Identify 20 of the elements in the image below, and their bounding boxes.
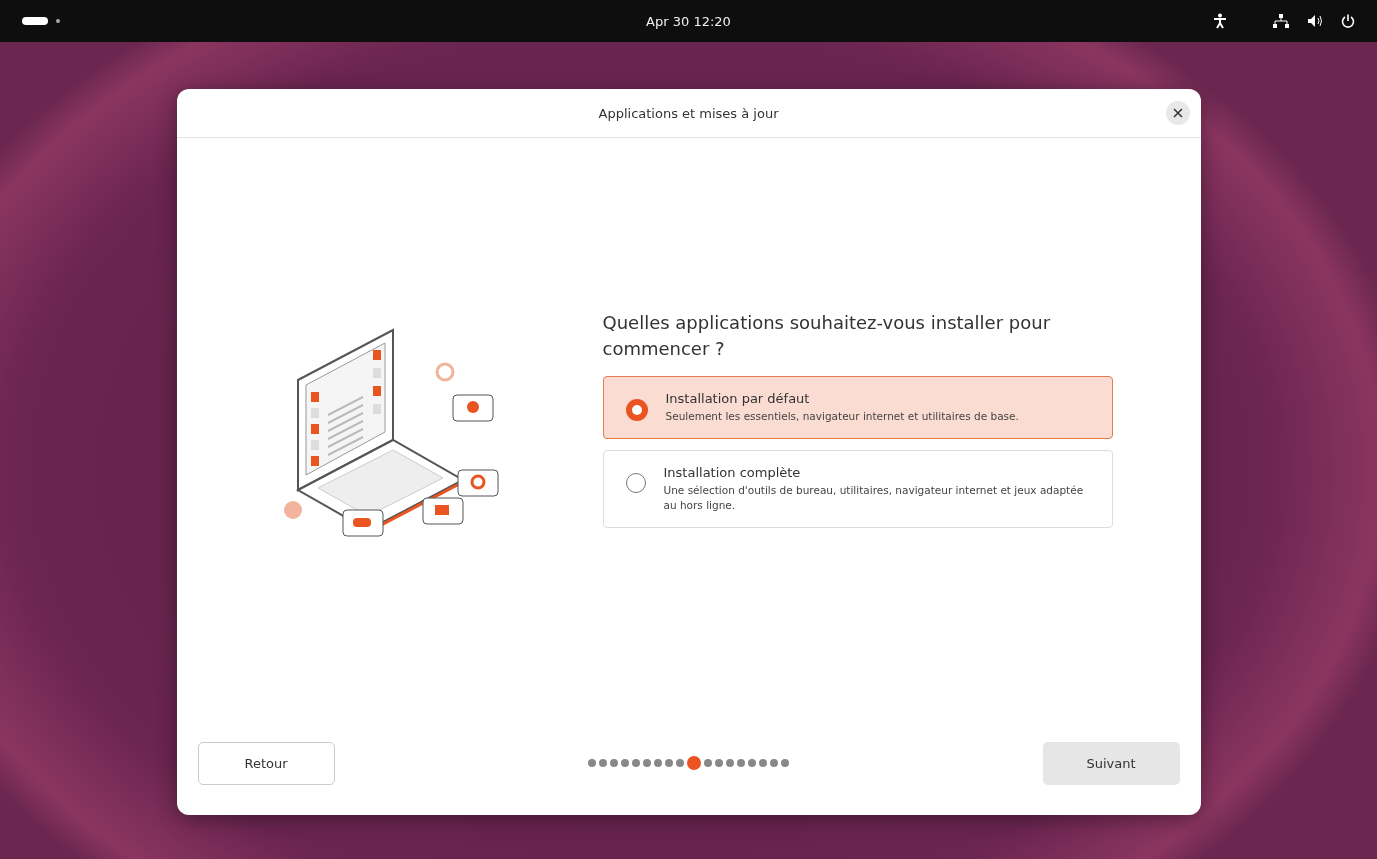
close-icon[interactable] [1172, 108, 1183, 118]
accessibility-icon[interactable] [1213, 13, 1227, 29]
volume-icon[interactable] [1307, 14, 1323, 28]
radio-button[interactable] [625, 399, 648, 421]
workspace-indicator-icon[interactable] [22, 16, 62, 26]
install-option[interactable]: Installation complète Une sélection d'outils de bureau, utilitaires, navigateur internet et jeux adaptée au hors ligne. [602, 450, 1113, 528]
network-icon[interactable] [1273, 14, 1289, 28]
radio-button[interactable] [625, 473, 646, 493]
clock[interactable]: Apr 30 12:20 [646, 13, 731, 29]
next-button[interactable]: Suivant [1042, 741, 1180, 785]
install-option[interactable]: Installation par défaut Seulement les essentiels, navigateur internet et utilitaires de base. [602, 376, 1113, 439]
option-description: Seulement les essentiels, navigateur internet et utilitaires de base. [665, 409, 1019, 424]
back-button[interactable]: Retour [197, 741, 335, 785]
power-icon[interactable] [1341, 14, 1355, 28]
option-description: Une sélection d'outils de bureau, utilitaires, navigateur internet et jeux adaptée au hors ligne. [663, 483, 1085, 513]
close-button[interactable] [1165, 101, 1190, 125]
dialog-title: Applications et mises à jour [598, 105, 779, 121]
question-heading: Quelles applications souhaitez-vous installer pour commencer ? [602, 311, 1052, 361]
option-title: Installation par défaut [665, 391, 811, 406]
option-title: Installation complète [663, 465, 802, 480]
